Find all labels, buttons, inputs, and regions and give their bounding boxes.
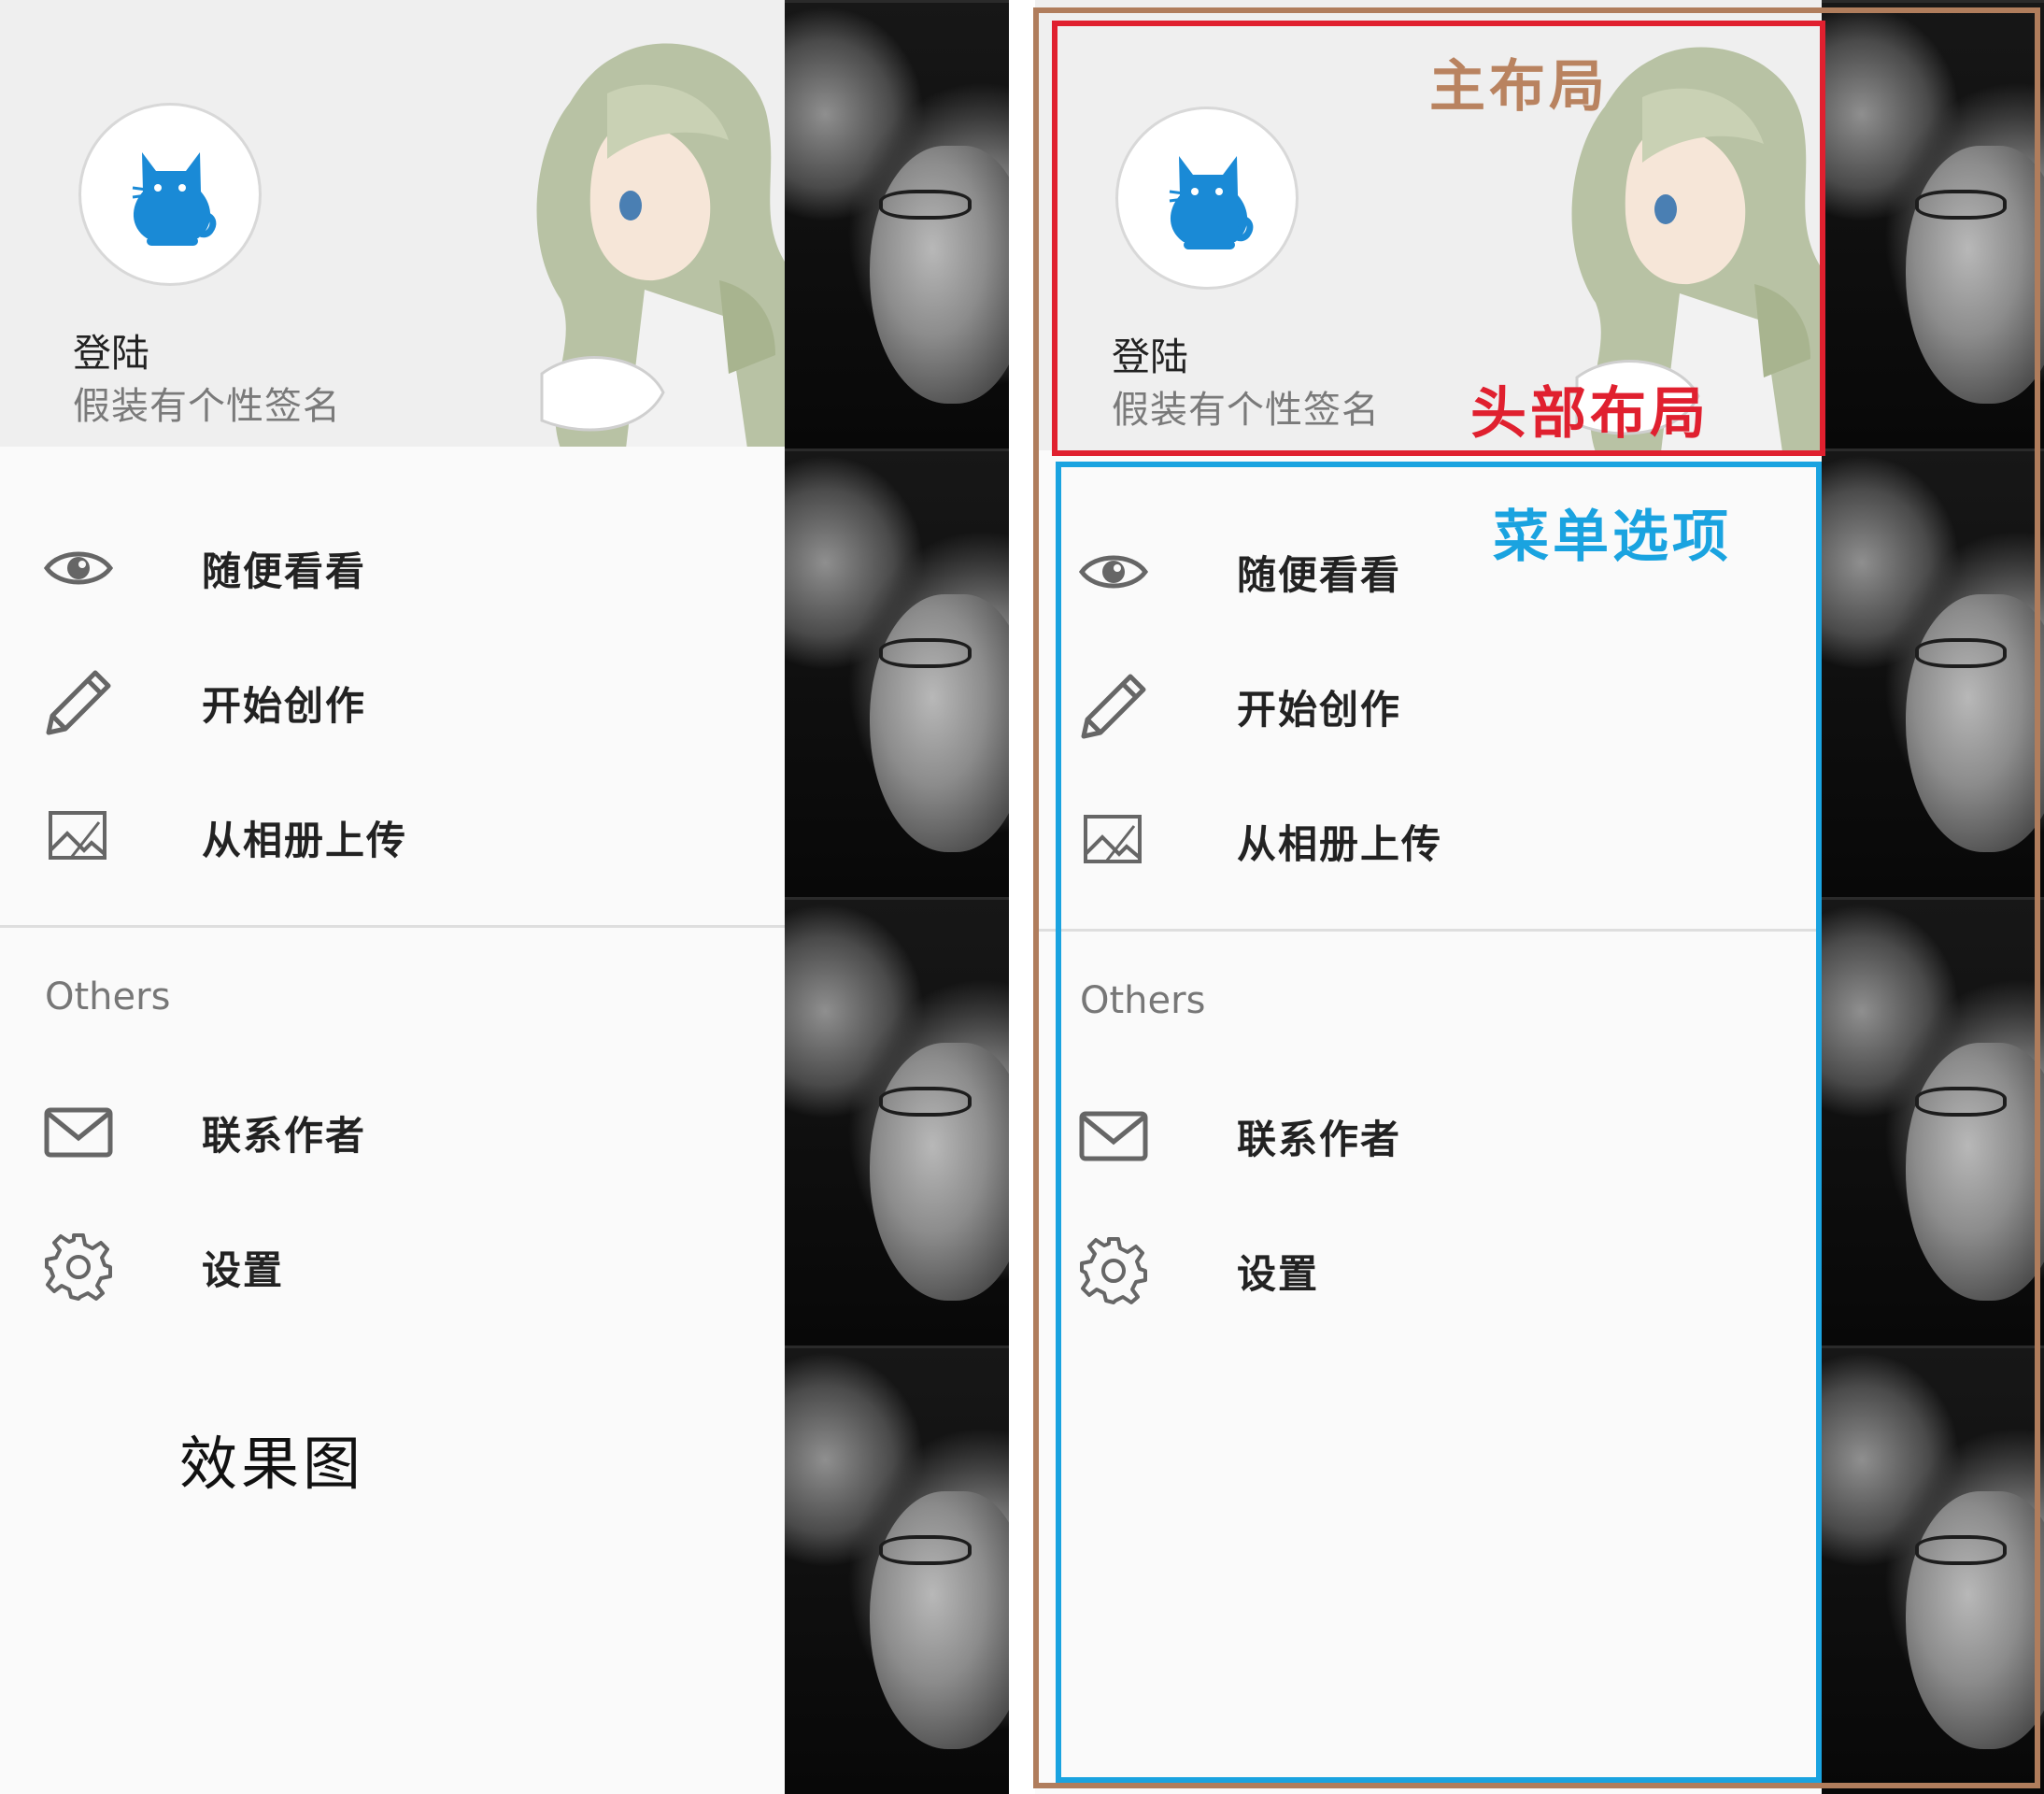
avatar[interactable] xyxy=(78,103,262,286)
menu-item-upload-album[interactable]: 从相册上传 xyxy=(0,774,785,895)
cat-logo-icon xyxy=(132,152,217,246)
menu-item-browse[interactable]: 随便看看 xyxy=(0,505,785,626)
header-layout-label: 头部布局 xyxy=(1470,381,1710,447)
menu-options-frame xyxy=(1056,462,1822,1783)
gear-icon xyxy=(45,1233,112,1301)
navigation-drawer-preview: 登陆 假装有个性签名 随便看看 开始创作 从相册上传 Others 联系作者 设… xyxy=(0,0,785,1794)
signature: 假装有个性签名 xyxy=(73,385,341,428)
menu-item-create[interactable]: 开始创作 xyxy=(0,639,785,761)
menu-item-label: 随便看看 xyxy=(202,548,367,594)
background-photo-left xyxy=(785,0,1009,1794)
menu-divider xyxy=(0,925,785,928)
main-layout-label: 主布局 xyxy=(1429,54,1609,120)
menu-item-label: 设置 xyxy=(202,1247,285,1293)
photo-tile xyxy=(785,448,1009,897)
drawer-header: 登陆 假装有个性签名 xyxy=(0,0,785,447)
menu-item-label: 从相册上传 xyxy=(202,818,408,863)
photo-tile xyxy=(785,1346,1009,1794)
menu-options-label: 菜单选项 xyxy=(1493,505,1732,570)
others-section-title: Others xyxy=(45,975,171,1018)
username[interactable]: 登陆 xyxy=(73,321,149,377)
photo-tile xyxy=(785,897,1009,1346)
header-background-illustration xyxy=(536,43,785,447)
effect-caption: 效果图 xyxy=(179,1430,365,1498)
menu-item-label: 开始创作 xyxy=(202,683,367,729)
pencil-icon xyxy=(46,670,111,735)
image-icon xyxy=(49,811,106,860)
menu-item-contact-author[interactable]: 联系作者 xyxy=(0,1069,785,1190)
photo-tile xyxy=(785,0,1009,448)
menu-item-settings[interactable]: 设置 xyxy=(0,1203,785,1325)
eye-icon xyxy=(43,551,114,585)
mail-icon xyxy=(44,1107,113,1158)
panel-gap xyxy=(1009,0,1035,1794)
menu-item-label: 联系作者 xyxy=(202,1113,367,1159)
